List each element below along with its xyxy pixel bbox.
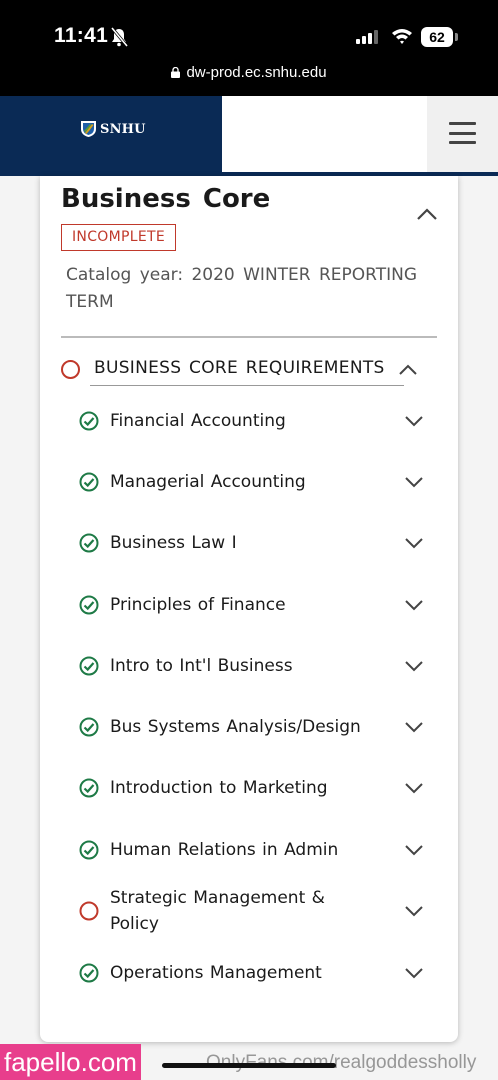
- check-circle-icon: [79, 778, 99, 798]
- chevron-down-icon[interactable]: [404, 599, 424, 611]
- chevron-down-icon[interactable]: [404, 415, 424, 427]
- clock: 11:41: [54, 24, 109, 47]
- hamburger-menu-icon: [449, 122, 476, 144]
- status-badge: INCOMPLETE: [61, 224, 176, 251]
- chevron-down-icon[interactable]: [404, 967, 424, 979]
- course-title: Strategic Management & Policy: [110, 888, 325, 935]
- battery-indicator: 62: [421, 27, 453, 47]
- silent-bell-icon: [110, 27, 128, 47]
- course-row[interactable]: Bus Systems Analysis/Design: [79, 696, 424, 757]
- chevron-up-icon[interactable]: [398, 363, 418, 376]
- battery-tip: [455, 33, 458, 41]
- chevron-down-icon[interactable]: [404, 721, 424, 733]
- course-title: Operations Management: [110, 963, 322, 984]
- course-title: Bus Systems Analysis/Design: [110, 717, 361, 738]
- course-row[interactable]: Financial Accounting: [79, 390, 424, 451]
- check-circle-icon: [79, 717, 99, 737]
- check-circle-icon: [79, 963, 99, 983]
- course-title: Financial Accounting: [110, 410, 286, 431]
- check-circle-icon: [79, 533, 99, 553]
- course-row[interactable]: Business Law I: [79, 513, 424, 574]
- course-row[interactable]: Operations Management: [79, 942, 424, 1003]
- course-info: Operations Management: [79, 960, 340, 986]
- cellular-signal-icon: [356, 30, 378, 44]
- course-info: Human Relations in Admin: [79, 837, 340, 863]
- course-info: Bus Systems Analysis/Design: [79, 714, 370, 740]
- course-title: Introduction to Marketing: [110, 778, 328, 799]
- check-circle-icon: [79, 411, 99, 431]
- lock-icon: [171, 67, 181, 78]
- course-info: Introduction to Marketing: [79, 775, 370, 801]
- course-title: Business Law I: [110, 533, 237, 554]
- chevron-down-icon[interactable]: [404, 476, 424, 488]
- chevron-down-icon[interactable]: [404, 905, 424, 917]
- requirement-group-header[interactable]: BUSINESS CORE REQUIREMENTS: [61, 356, 437, 386]
- business-core-card: Business Core INCOMPLETE Catalog year: 2…: [40, 176, 458, 1042]
- address-bar[interactable]: dw-prod.ec.snhu.edu: [0, 64, 498, 81]
- url-text: dw-prod.ec.snhu.edu: [186, 64, 327, 81]
- course-row[interactable]: Human Relations in Admin: [79, 819, 424, 880]
- course-title: Intro to Int'l Business: [110, 655, 293, 676]
- course-row[interactable]: Managerial Accounting: [79, 451, 424, 512]
- home-indicator: [162, 1063, 336, 1068]
- course-title: Human Relations in Admin: [110, 839, 339, 860]
- check-circle-icon: [79, 840, 99, 860]
- chevron-down-icon[interactable]: [404, 782, 424, 794]
- snhu-logo[interactable]: SNHU: [80, 120, 146, 138]
- watermark-left: fapello.com: [0, 1044, 141, 1080]
- course-info: Principles of Finance: [79, 592, 340, 618]
- requirement-underline: [90, 385, 404, 386]
- course-info: Managerial Accounting: [79, 469, 340, 495]
- check-circle-icon: [79, 472, 99, 492]
- chevron-down-icon[interactable]: [404, 660, 424, 672]
- status-bar: 11:41 62 dw-prod.ec.snhu.edu: [0, 0, 498, 96]
- section-divider: [61, 336, 437, 338]
- catalog-year: Catalog year: 2020 WINTER REPORTING TERM: [66, 265, 418, 312]
- wifi-icon: [392, 29, 412, 44]
- check-circle-icon: [79, 656, 99, 676]
- brand-panel: SNHU: [0, 96, 222, 172]
- course-row[interactable]: Introduction to Marketing: [79, 758, 424, 819]
- incomplete-circle-icon: [79, 901, 99, 921]
- section-title: Business Core: [61, 184, 271, 214]
- collapse-section-chevron-up-icon[interactable]: [416, 207, 438, 221]
- course-title: Principles of Finance: [110, 594, 286, 615]
- course-row[interactable]: Strategic Management & Policy: [79, 880, 424, 942]
- check-circle-icon: [79, 595, 99, 615]
- chevron-down-icon[interactable]: [404, 537, 424, 549]
- course-row[interactable]: Intro to Int'l Business: [79, 635, 424, 696]
- course-info: Strategic Management & Policy: [79, 885, 370, 937]
- requirement-group-label: BUSINESS CORE REQUIREMENTS: [94, 358, 385, 378]
- incomplete-circle-icon: [61, 360, 80, 379]
- course-title: Managerial Accounting: [110, 471, 306, 492]
- menu-button[interactable]: [427, 96, 498, 172]
- logo-text: SNHU: [100, 121, 146, 137]
- course-info: Business Law I: [79, 530, 340, 556]
- app-header: SNHU: [0, 96, 498, 176]
- chevron-down-icon[interactable]: [404, 844, 424, 856]
- shield-logo-icon: [81, 121, 96, 137]
- course-row[interactable]: Principles of Finance: [79, 574, 424, 635]
- course-info: Financial Accounting: [79, 408, 340, 434]
- course-list: Financial Accounting Managerial Accountin…: [79, 390, 424, 1004]
- course-info: Intro to Int'l Business: [79, 653, 340, 679]
